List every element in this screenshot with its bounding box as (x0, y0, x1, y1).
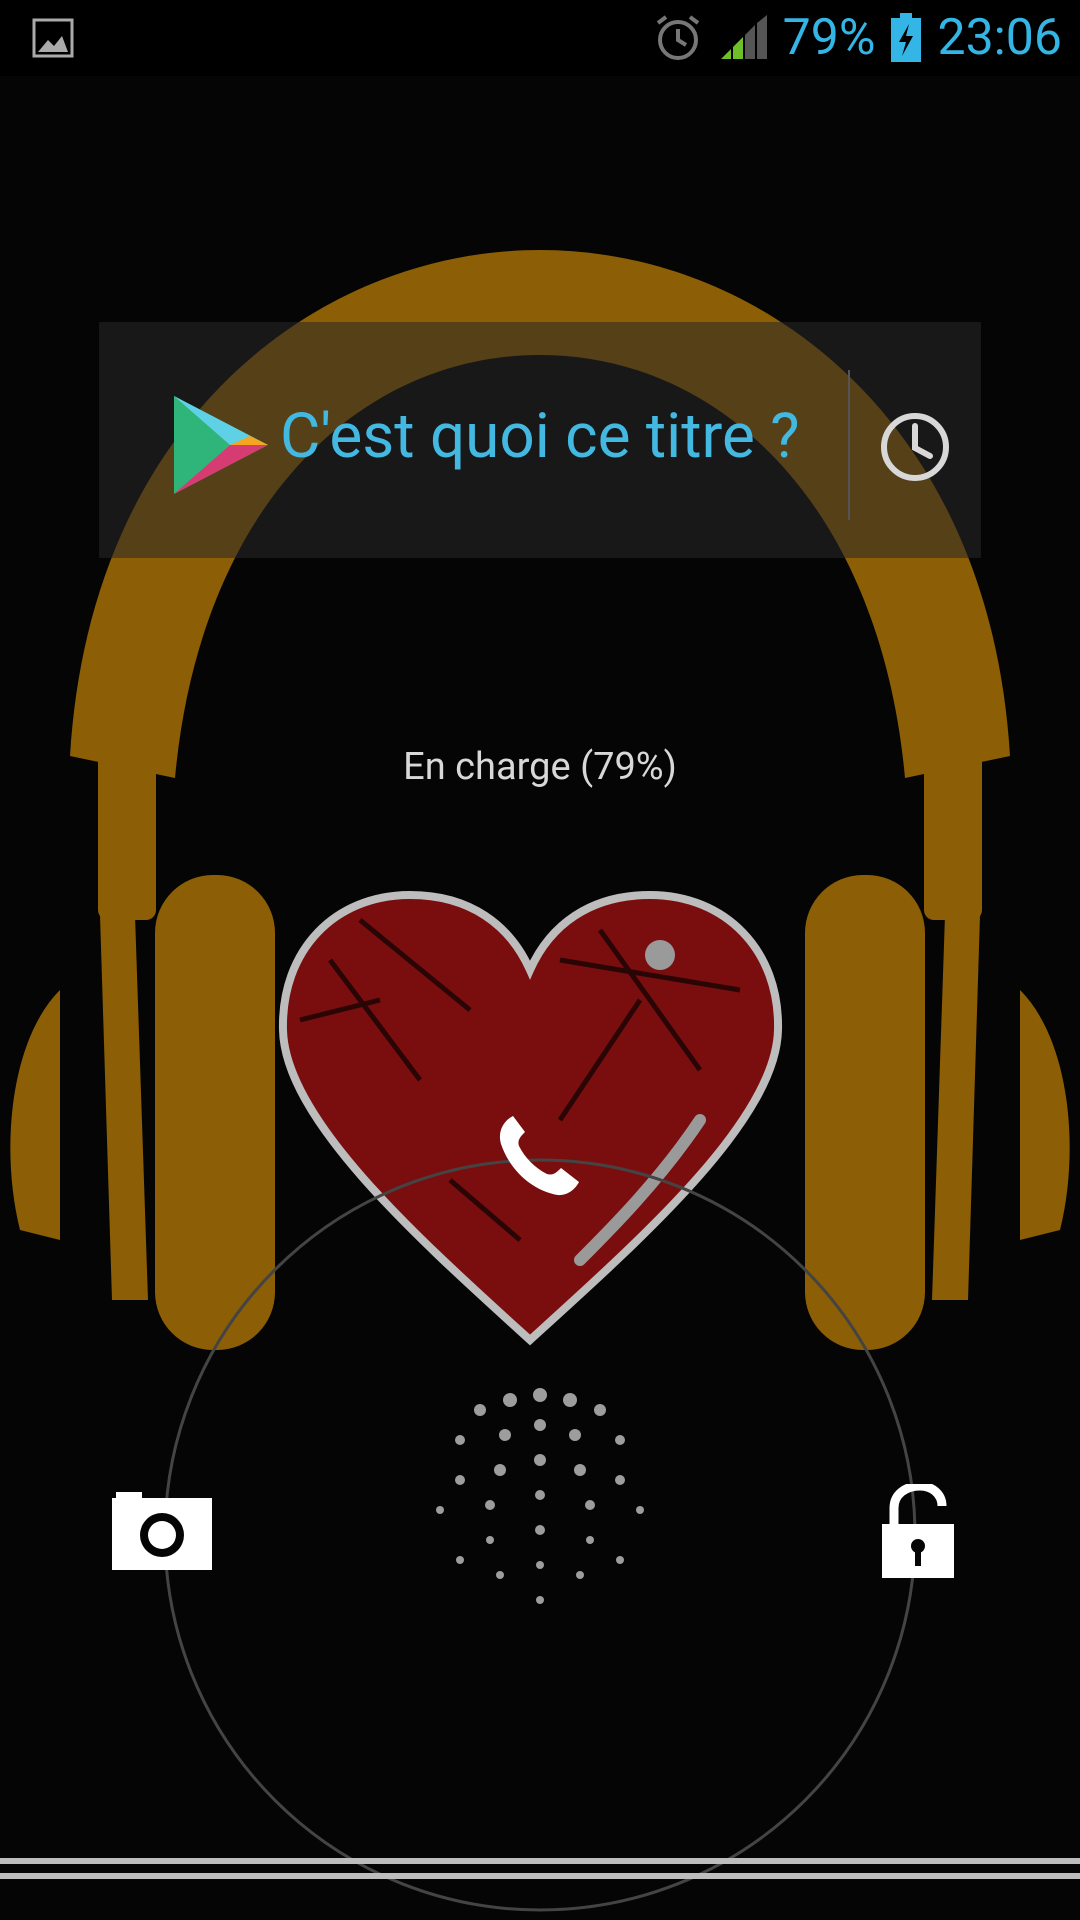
gallery-notification-icon (32, 18, 74, 58)
clock-time: 23:06 (937, 9, 1062, 67)
signal-icon (720, 15, 767, 59)
bottom-decorative-lines (0, 1858, 1080, 1879)
dot-pattern (436, 1388, 644, 1604)
google-play-icon (174, 396, 268, 494)
camera-icon[interactable] (110, 1490, 214, 1572)
widget-title[interactable]: C'est quoi ce titre ? (280, 400, 800, 473)
alarm-icon (656, 15, 699, 60)
phone-icon[interactable] (495, 1110, 585, 1200)
status-bar: 79% 23:06 (0, 0, 1080, 76)
unlock-icon[interactable] (880, 1484, 956, 1580)
battery-charging-icon (891, 13, 922, 62)
battery-percent: 79% (782, 9, 876, 67)
widget-divider (848, 370, 850, 520)
history-clock-icon[interactable] (878, 410, 952, 484)
charging-status: En charge (79%) (403, 745, 677, 789)
